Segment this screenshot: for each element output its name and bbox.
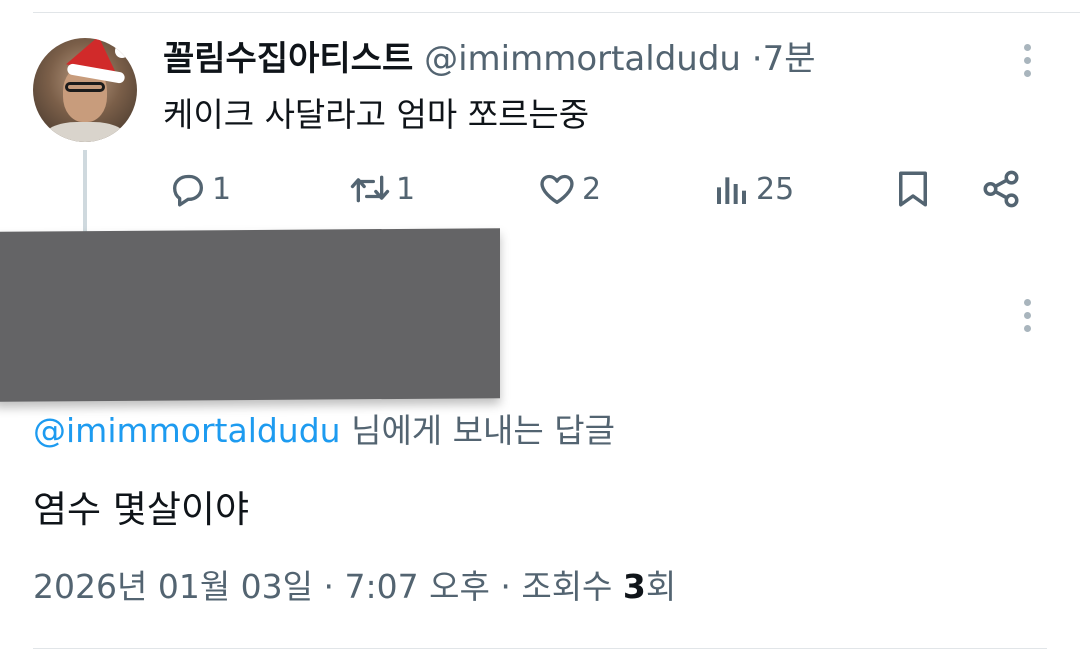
reply-text: 염수 몇살이야: [33, 488, 250, 531]
replying-to: @imimmortaldudu 님에게 보내는 답글: [33, 408, 615, 454]
reply-count: 1: [212, 171, 232, 207]
reply-clock[interactable]: 7:07 오후: [345, 567, 490, 606]
meta-separator-1: ·: [313, 567, 345, 606]
bottom-divider: [33, 648, 1047, 649]
tweet-text: 케이크 사달라고 엄마 쪼르는중: [163, 95, 590, 134]
tweet-header: 꼴림수집아티스트 @imimmortaldudu ·7분: [163, 36, 816, 82]
like-button[interactable]: 2: [536, 166, 601, 212]
display-name[interactable]: 꼴림수집아티스트: [163, 39, 413, 79]
bookmark-icon: [892, 167, 934, 211]
header-separator: ·: [751, 39, 763, 79]
reply-meta: 2026년 01월 03일 · 7:07 오후 · 조회수 3회: [33, 564, 676, 610]
reply-more-options-icon[interactable]: [1015, 297, 1039, 337]
top-divider: [33, 12, 1080, 13]
redaction-box: [0, 228, 500, 402]
share-icon: [980, 168, 1022, 210]
bookmark-button[interactable]: [892, 166, 934, 212]
santa-hat-pom: [115, 44, 129, 58]
retweet-icon: [348, 169, 392, 209]
heart-icon: [536, 169, 578, 209]
user-handle[interactable]: @imimmortaldudu: [424, 39, 741, 79]
views-unit: 회: [645, 567, 677, 606]
more-options-icon[interactable]: [1015, 42, 1039, 82]
views-bar-chart-icon: [712, 169, 752, 209]
views-label: 조회수: [521, 567, 623, 606]
avatar-shirt: [43, 122, 127, 142]
like-count: 2: [582, 171, 602, 207]
retweet-count: 1: [396, 171, 416, 207]
reply-button[interactable]: 1: [168, 166, 231, 212]
reply-views-count: 3: [622, 567, 646, 606]
retweet-button[interactable]: 1: [348, 166, 415, 212]
meta-separator-2: ·: [489, 567, 522, 606]
reply-date[interactable]: 2026년 01월 03일: [33, 567, 313, 606]
reply-icon: [168, 169, 208, 209]
share-button[interactable]: [980, 166, 1022, 212]
reply-to-suffix: 님에게 보내는 답글: [340, 411, 615, 450]
avatar-glasses: [65, 82, 105, 92]
avatar[interactable]: [33, 38, 137, 142]
views-button[interactable]: 25: [712, 166, 794, 212]
views-count: 25: [756, 171, 795, 207]
reply-mention-link[interactable]: @imimmortaldudu: [33, 411, 341, 450]
tweet-time[interactable]: 7분: [763, 39, 816, 79]
